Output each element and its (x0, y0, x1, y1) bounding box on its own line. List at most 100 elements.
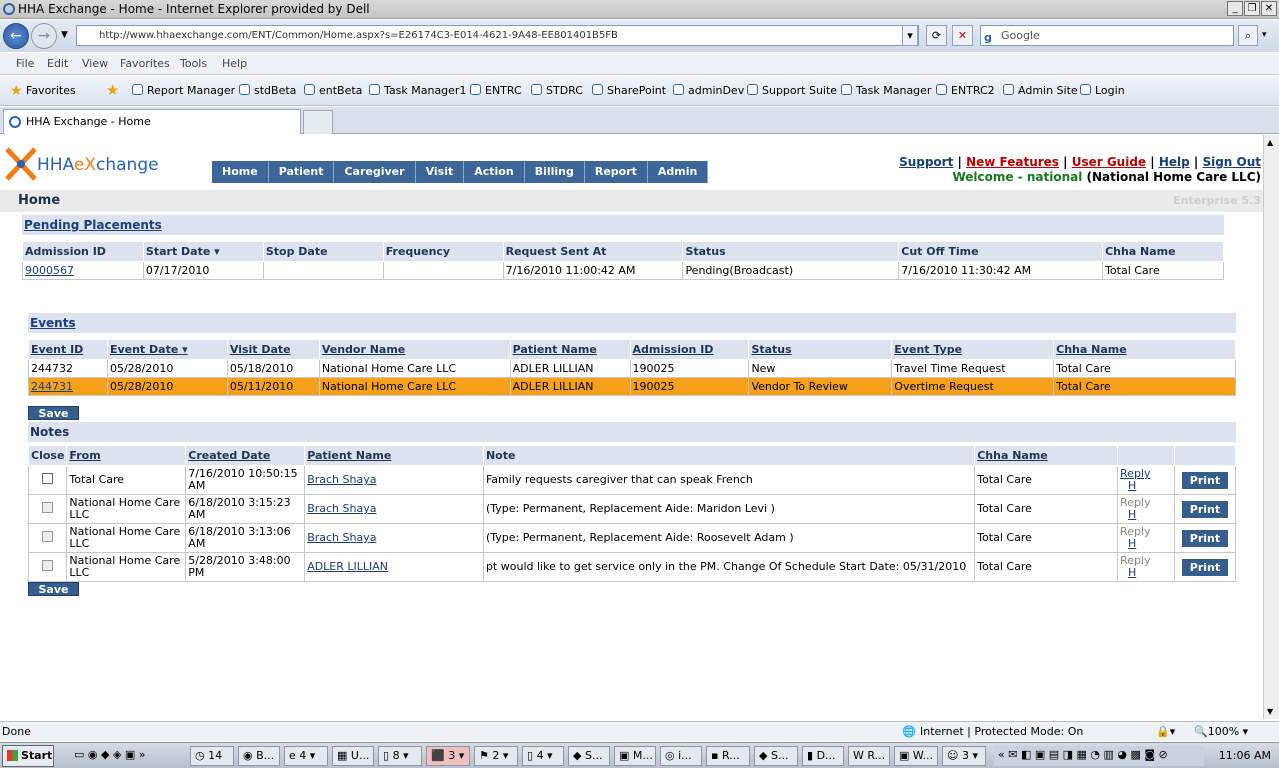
browser-tab-home[interactable]: HHA Exchange - Home (3, 109, 301, 134)
task-item[interactable]: ◎ i... (660, 746, 702, 766)
menu-file[interactable]: File (16, 57, 34, 70)
event-id-link[interactable]: 244731 (31, 380, 73, 393)
search-options-icon[interactable]: ▾ (1262, 30, 1267, 40)
url-dropdown-icon[interactable]: ▾ (902, 25, 918, 46)
col-created-date[interactable]: Created Date (185, 445, 306, 466)
task-item[interactable]: ⚑ 2 ▾ (474, 746, 518, 766)
task-item[interactable]: ▦ U... (332, 746, 374, 766)
print-button[interactable]: Print (1181, 558, 1228, 576)
pending-placements-link[interactable]: Pending Placements (24, 218, 162, 232)
task-item[interactable]: e 4 ▾ (284, 746, 328, 766)
col-event-id[interactable]: Event ID (28, 339, 108, 360)
lock-icon[interactable]: 🔒▾ (1156, 725, 1175, 738)
task-item[interactable]: ▯ 8 ▾ (378, 746, 422, 766)
fav-task-manager[interactable]: Task Manager (841, 84, 931, 97)
fav-stdbeta[interactable]: stdBeta (239, 84, 296, 97)
task-item[interactable]: W R... (848, 746, 890, 766)
table-row-selected[interactable]: 244731 05/28/2010 05/11/2010 National Ho… (28, 377, 1236, 396)
zoom-level[interactable]: 🔍100% ▾ (1194, 725, 1248, 738)
fav-admin-site[interactable]: Admin Site (1003, 84, 1078, 97)
search-icon[interactable]: ⌕ (1238, 25, 1258, 46)
print-button[interactable]: Print (1181, 471, 1228, 489)
restore-button[interactable]: ❐ (1244, 1, 1260, 16)
fav-support-suite[interactable]: Support Suite (747, 84, 837, 97)
menu-view[interactable]: View (82, 57, 108, 70)
close-window-button[interactable]: ✕ (1261, 1, 1277, 16)
scroll-down-icon[interactable]: ▼ (1267, 707, 1273, 716)
nav-billing[interactable]: Billing (525, 161, 585, 183)
task-item[interactable]: ⬛ 3 ▾ (426, 746, 470, 766)
history-dropdown-icon[interactable]: ▼ (61, 30, 68, 40)
nav-visit[interactable]: Visit (416, 161, 465, 183)
col-patient-name[interactable]: Patient Name (304, 445, 484, 466)
task-item[interactable]: ▮ D... (802, 746, 844, 766)
user-guide-link[interactable]: User Guide (1072, 155, 1146, 169)
col-status[interactable]: Status (748, 339, 893, 360)
col-admission-id[interactable]: Admission ID (629, 339, 750, 360)
task-item[interactable]: ▯ 4 ▾ (522, 746, 564, 766)
close-checkbox[interactable] (42, 502, 54, 513)
fav-task-manager1[interactable]: Task Manager1 (369, 84, 466, 97)
task-item[interactable]: ▣ M... (614, 746, 656, 766)
forward-button[interactable]: → (31, 23, 57, 49)
scroll-up-icon[interactable]: ▲ (1267, 138, 1273, 147)
refresh-icon[interactable]: ⟳ (926, 25, 947, 46)
task-item[interactable]: ◆ S... (568, 746, 610, 766)
notes-save-button[interactable]: Save (28, 582, 79, 596)
fav-report-manager[interactable]: Report Manager (132, 84, 235, 97)
task-item[interactable]: ◷ 14 (190, 746, 234, 766)
nav-caregiver[interactable]: Caregiver (334, 161, 416, 183)
patient-link[interactable]: ADLER LILLIAN (307, 560, 388, 573)
fav-stdrc[interactable]: STDRC (531, 84, 583, 97)
print-button[interactable]: Print (1181, 500, 1228, 518)
nav-action[interactable]: Action (464, 161, 525, 183)
nav-report[interactable]: Report (585, 161, 648, 183)
patient-link[interactable]: Brach Shaya (307, 531, 376, 544)
patient-link[interactable]: Brach Shaya (307, 502, 376, 515)
close-checkbox[interactable] (42, 560, 54, 571)
nav-home[interactable]: Home (212, 161, 269, 183)
history-link[interactable]: H (1128, 479, 1136, 492)
col-chha-name[interactable]: Chha Name (974, 445, 1119, 466)
task-item[interactable]: ◉ B... (238, 746, 280, 766)
table-row[interactable]: 244732 05/28/2010 05/18/2010 National Ho… (28, 359, 1236, 378)
col-start-date[interactable]: Start Date ▾ (142, 241, 264, 262)
col-patient-name[interactable]: Patient Name (509, 339, 631, 360)
col-event-date[interactable]: Event Date ▾ (106, 339, 228, 360)
new-tab-button[interactable] (303, 110, 333, 134)
task-item[interactable]: ▪ R... (706, 746, 750, 766)
fav-sharepoint[interactable]: SharePoint (592, 84, 666, 97)
col-from[interactable]: From (66, 445, 187, 466)
favorites-button[interactable]: ★ Favorites (6, 80, 86, 102)
history-link[interactable]: H (1128, 537, 1136, 550)
quick-launch[interactable]: ▭ ◉ ◆ ◈ ▣ » (70, 746, 185, 766)
add-favorite-icon[interactable]: ★ (106, 81, 119, 99)
stop-icon[interactable]: ✕ (952, 25, 973, 46)
task-item[interactable]: ☺ 3 ▾ (942, 746, 986, 766)
fav-entrc2[interactable]: ENTRC2 (936, 84, 995, 97)
menu-favorites[interactable]: Favorites (120, 57, 170, 70)
col-vendor-name[interactable]: Vendor Name (318, 339, 511, 360)
new-features-link[interactable]: New Features (966, 155, 1059, 169)
print-button[interactable]: Print (1181, 529, 1228, 547)
nav-admin[interactable]: Admin (648, 161, 709, 183)
menu-edit[interactable]: Edit (47, 57, 68, 70)
task-item[interactable]: ◆ S... (754, 746, 798, 766)
system-tray[interactable]: « ✉ ◧ ▣ ▤ ◨ ▦ ◔ ▥ ◕ ▩ ◙ ⊘ (994, 746, 1204, 766)
close-checkbox[interactable] (42, 473, 54, 484)
sign-out-link[interactable]: Sign Out (1202, 155, 1261, 169)
col-visit-date[interactable]: Visit Date (226, 339, 320, 360)
nav-patient[interactable]: Patient (269, 161, 335, 183)
help-link[interactable]: Help (1159, 155, 1190, 169)
events-save-button[interactable]: Save (28, 406, 79, 420)
search-input[interactable]: g Google (980, 25, 1234, 46)
minimize-button[interactable]: _ (1227, 1, 1243, 16)
fav-entrc[interactable]: ENTRC (470, 84, 522, 97)
back-button[interactable]: ← (3, 23, 29, 49)
history-link[interactable]: H (1128, 566, 1136, 579)
support-link[interactable]: Support (899, 155, 953, 169)
patient-link[interactable]: Brach Shaya (307, 473, 376, 486)
vertical-scrollbar[interactable]: ▲ ▼ (1263, 135, 1279, 719)
col-chha-name[interactable]: Chha Name (1053, 339, 1236, 360)
fav-entbeta[interactable]: entBeta (304, 84, 362, 97)
